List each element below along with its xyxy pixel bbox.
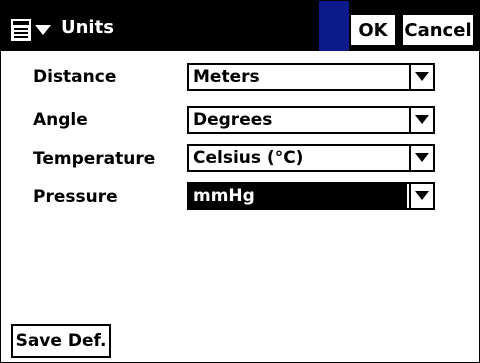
temperature-label: Temperature (33, 149, 156, 169)
distance-dropdown-button[interactable] (409, 65, 433, 89)
chevron-down-icon (415, 72, 429, 81)
pressure-value: mmHg (193, 186, 255, 206)
units-dialog: Units OK Cancel Distance Meters Angle De… (0, 0, 480, 363)
distance-value: Meters (193, 67, 260, 87)
chevron-down-icon (415, 191, 429, 200)
save-default-button[interactable]: Save Def. (11, 324, 111, 358)
temperature-dropdown-button[interactable] (409, 146, 433, 170)
title-accent-block (319, 1, 349, 51)
pressure-select[interactable]: mmHg (187, 182, 435, 210)
chevron-down-icon (35, 25, 51, 35)
cancel-button[interactable]: Cancel (401, 13, 475, 47)
angle-dropdown-button[interactable] (409, 108, 433, 132)
angle-label: Angle (33, 110, 88, 130)
pressure-dropdown-button[interactable] (409, 184, 433, 208)
distance-label: Distance (33, 67, 117, 87)
distance-select[interactable]: Meters (187, 63, 435, 91)
window-title: Units (61, 17, 114, 38)
pressure-label: Pressure (33, 187, 118, 207)
chevron-down-icon (415, 115, 429, 124)
ok-button[interactable]: OK (349, 13, 397, 47)
angle-value: Degrees (193, 110, 273, 130)
temperature-value: Celsius (°C) (193, 148, 304, 168)
chevron-down-icon (415, 153, 429, 162)
title-bar: Units OK Cancel (1, 1, 479, 51)
window-menu-button[interactable] (3, 13, 57, 47)
menu-icon (9, 17, 33, 43)
angle-select[interactable]: Degrees (187, 106, 435, 134)
temperature-select[interactable]: Celsius (°C) (187, 144, 435, 172)
